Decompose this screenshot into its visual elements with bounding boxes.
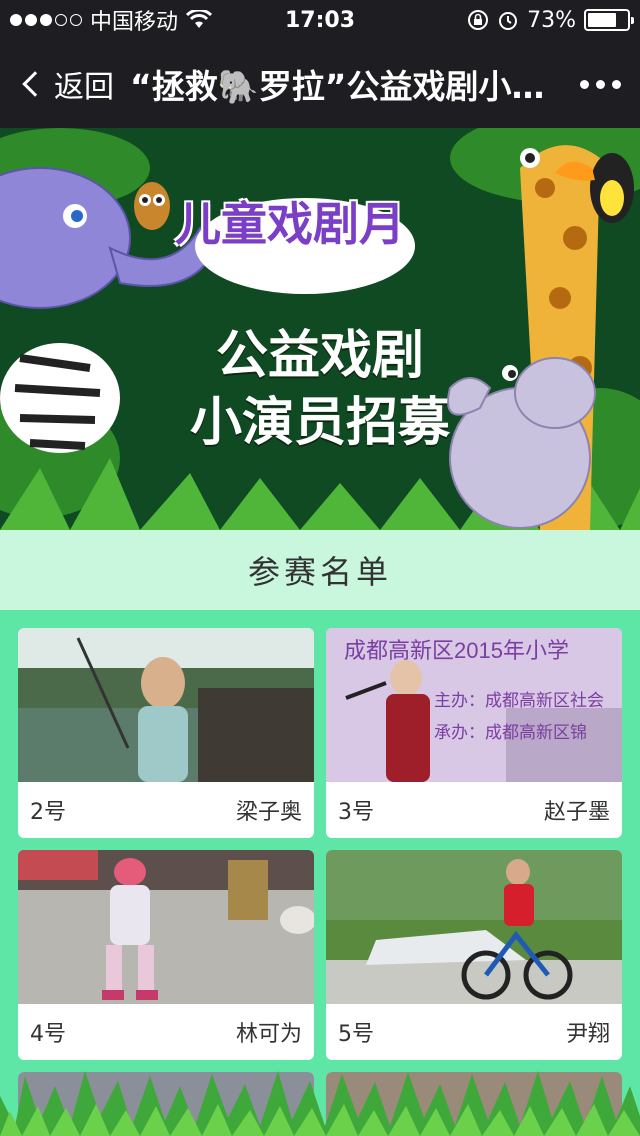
contestant-photo <box>18 628 314 782</box>
banner-title-line1: 公益戏剧 <box>215 326 424 386</box>
back-label: 返回 <box>54 70 114 105</box>
photo-caption-line1: 成都高新区2015年小学 <box>344 638 569 663</box>
rotation-lock-icon <box>468 10 489 30</box>
section-title: 参赛名单 <box>0 530 640 610</box>
status-left: 中国移动 <box>10 4 213 36</box>
wifi-icon <box>186 10 213 28</box>
contestant-photo <box>18 1072 314 1136</box>
page-title: “拯救🐘罗拉”公益戏剧小演员招募 <box>130 67 560 106</box>
card-footer: 4号 林可为 <box>18 1004 314 1060</box>
contestant-name: 林可为 <box>235 1022 302 1047</box>
contestant-photo: 成都高新区2015年小学 主办：成都高新区社会 承办：成都高新区锦 <box>326 628 622 782</box>
contestant-name: 赵子墨 <box>543 800 610 825</box>
banner-title-line2: 小演员招募 <box>189 393 450 453</box>
more-dot-icon <box>595 79 605 89</box>
more-menu-button[interactable] <box>560 40 640 128</box>
contestant-number: 5号 <box>338 1022 374 1047</box>
contestant-name: 尹翔 <box>565 1022 610 1047</box>
contestant-number: 3号 <box>338 800 374 825</box>
carrier-label: 中国移动 <box>90 10 179 35</box>
status-right: 73% <box>467 7 634 33</box>
battery-level <box>588 13 616 27</box>
hero-banner[interactable]: 儿童戏剧月 公益戏剧 小演员招募 <box>0 128 640 530</box>
contestant-photo <box>326 1072 622 1136</box>
battery-icon <box>584 9 634 31</box>
contestant-name: 梁子奥 <box>235 800 302 825</box>
chevron-left-icon <box>22 71 48 97</box>
contestant-card[interactable]: 成都高新区2015年小学 主办：成都高新区社会 承办：成都高新区锦 3号 赵子墨 <box>326 628 622 838</box>
contestant-number: 4号 <box>30 1022 66 1047</box>
battery-percent: 73% <box>527 7 576 33</box>
back-button[interactable]: 返回 <box>0 40 130 128</box>
more-dot-icon <box>579 79 589 89</box>
contestant-number: 2号 <box>30 800 66 825</box>
card-footer: 5号 尹翔 <box>326 1004 622 1060</box>
contestant-photo <box>18 850 314 1004</box>
more-dot-icon <box>611 79 621 89</box>
signal-strength-icon <box>10 14 82 26</box>
contestant-card[interactable]: 2号 梁子奥 <box>18 628 314 838</box>
nav-bar: 返回 “拯救🐘罗拉”公益戏剧小演员招募 <box>0 40 640 128</box>
contestant-photo <box>326 850 622 1004</box>
photo-caption-line3: 承办：成都高新区锦 <box>434 723 587 742</box>
photo-caption-line2: 主办：成都高新区社会 <box>434 691 604 710</box>
card-footer: 2号 梁子奥 <box>18 782 314 838</box>
banner-subtitle: 儿童戏剧月 <box>175 197 405 251</box>
alarm-icon <box>499 12 518 30</box>
status-bar: 中国移动 17:03 73% <box>0 0 640 40</box>
contestant-card[interactable]: 4号 林可为 <box>18 850 314 1060</box>
contestant-card[interactable] <box>18 1072 314 1136</box>
contestant-card[interactable]: 5号 尹翔 <box>326 850 622 1060</box>
card-footer: 3号 赵子墨 <box>326 782 622 838</box>
contestant-card[interactable] <box>326 1072 622 1136</box>
